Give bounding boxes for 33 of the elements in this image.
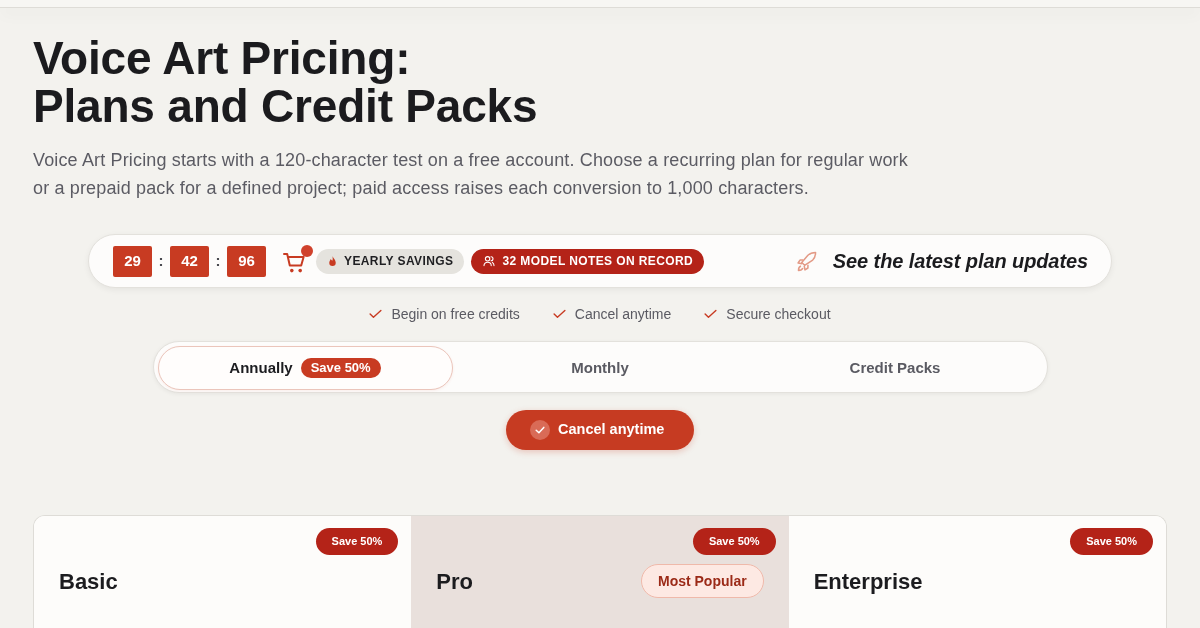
check-circle-icon	[530, 420, 550, 440]
discount-badge: Save 50%	[692, 528, 776, 555]
flame-icon	[328, 255, 337, 267]
cart-icon[interactable]	[283, 252, 305, 273]
plan-name: Enterprise	[813, 567, 923, 596]
billing-tab[interactable]: Credit Packs	[747, 346, 1043, 390]
intro-text: Voice Art Pricing starts with a 120-character test on a free account. Choose a recurring plan for regular work or a prepaid pack for a defined project; paid access raises each conversion to 1,000 characters.	[33, 149, 909, 200]
popular-tag: Most Popular	[641, 564, 764, 598]
plan-name: Pro	[436, 567, 473, 596]
rocket-icon	[795, 250, 817, 272]
billing-tab[interactable]: Monthly	[452, 346, 748, 390]
timer-separator: :	[157, 250, 165, 271]
tag-text: 32 MODEL NOTES ON RECORD	[502, 253, 694, 270]
check-icon	[552, 309, 566, 319]
assurance-text: Secure checkout	[726, 305, 831, 324]
cancel-anytime-button[interactable]: Cancel anytime	[506, 410, 694, 450]
discount-badge: Save 50%	[315, 528, 399, 555]
billing-tab[interactable]: Annually Save 50%	[157, 346, 453, 390]
assurance-text: Begin on free credits	[391, 305, 520, 324]
discount-badge: Save 50%	[300, 358, 381, 378]
countdown-digits: 42	[170, 245, 209, 277]
countdown-digits: 29	[113, 245, 152, 277]
countdown-digits: 96	[227, 245, 266, 277]
tag-text: YEARLY SAVINGS	[344, 253, 454, 270]
people-icon	[483, 255, 496, 267]
plan-name: Basic	[59, 567, 118, 596]
timer-separator: :	[214, 250, 222, 271]
page-title: Voice Art Pricing: Plans and Credit Packs	[33, 34, 538, 130]
check-icon	[704, 309, 718, 319]
plan-updates-link[interactable]: See the latest plan updates	[832, 246, 1088, 276]
discount-badge: Save 50%	[1070, 528, 1153, 555]
check-icon	[369, 309, 383, 319]
assurance-text: Cancel anytime	[574, 305, 672, 324]
